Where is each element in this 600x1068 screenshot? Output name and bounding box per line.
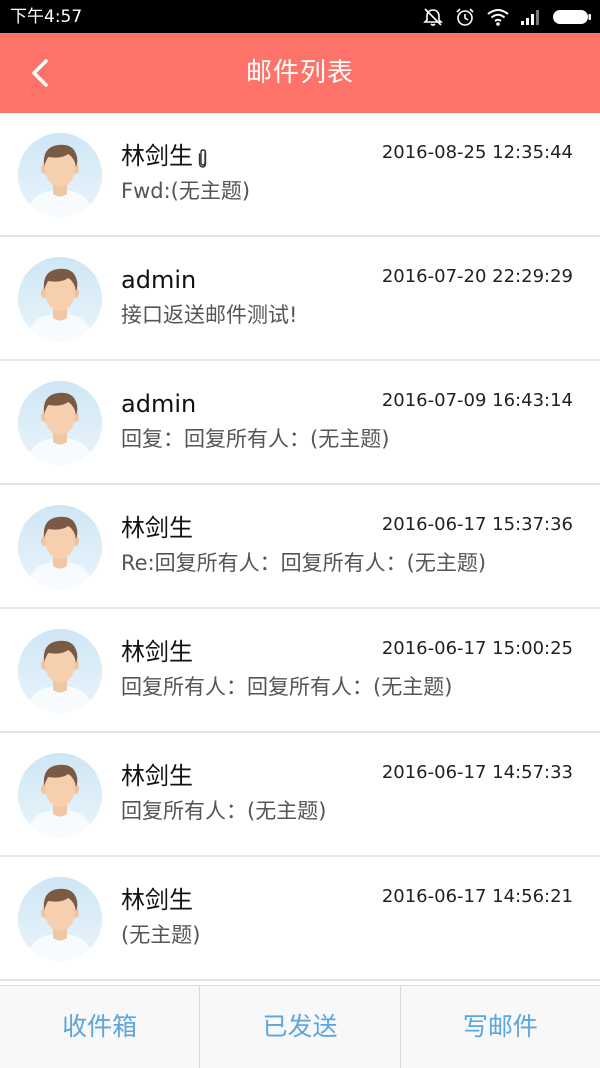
page-title: 邮件列表 — [245, 58, 354, 88]
sender-name: 林剑生 — [121, 762, 193, 790]
sender-row: 林剑生 — [121, 141, 209, 171]
mail-subject: 回复：回复所有人：(无主题) — [121, 427, 390, 451]
sender-name: 林剑生 — [121, 638, 193, 666]
sender-name: admin — [121, 266, 197, 294]
avatar — [18, 629, 102, 713]
mail-list[interactable]: 林剑生 2016-08-25 12:35:44 Fwd:(无主题) admin … — [0, 113, 600, 985]
alarm-off-icon — [422, 6, 444, 28]
mail-list-item[interactable]: 林剑生 2016-06-17 15:37:36 Re:回复所有人：回复所有人：(… — [0, 485, 600, 609]
mail-subject: 回复所有人：(无主题) — [121, 799, 327, 823]
mail-subject: Re:回复所有人：回复所有人：(无主题) — [121, 551, 487, 575]
status-bar: 下午4:57 — [0, 0, 600, 33]
tab-inbox[interactable]: 收件箱 — [0, 986, 201, 1068]
status-time: 下午4:57 — [10, 7, 83, 27]
paperclip-icon — [198, 149, 207, 168]
mail-date: 2016-06-17 14:57:33 — [381, 762, 573, 783]
mail-list-item[interactable]: admin 2016-07-20 22:29:29 接口返送邮件测试! — [0, 237, 600, 361]
mail-subject: 接口返送邮件测试! — [121, 303, 298, 327]
mail-list-item[interactable]: 林剑生 2016-06-17 14:56:21 (无主题) — [0, 857, 600, 981]
tab-compose[interactable]: 写邮件 — [401, 986, 600, 1068]
header-bar: 邮件列表 — [0, 33, 600, 113]
sender-row: 林剑生 — [121, 761, 193, 791]
mail-list-item[interactable]: admin 2016-07-09 16:43:14 回复：回复所有人：(无主题) — [0, 361, 600, 485]
avatar — [18, 381, 102, 465]
sender-row: 林剑生 — [121, 885, 193, 915]
mail-list-item[interactable]: 林剑生 2016-08-25 12:35:44 Fwd:(无主题) — [0, 113, 600, 237]
sender-name: 林剑生 — [121, 142, 193, 170]
mail-date: 2016-06-17 14:56:21 — [381, 886, 573, 907]
mail-date: 2016-08-25 12:35:44 — [381, 142, 573, 163]
tab-sent[interactable]: 已发送 — [200, 986, 401, 1068]
sender-name: admin — [121, 390, 197, 418]
sender-name: 林剑生 — [121, 886, 193, 914]
mail-subject: (无主题) — [121, 923, 201, 947]
avatar — [18, 133, 102, 217]
wifi-icon — [486, 7, 510, 27]
avatar — [18, 505, 102, 589]
avatar — [18, 877, 102, 961]
alarm-clock-icon — [454, 6, 476, 28]
mail-subject: 回复所有人：回复所有人：(无主题) — [121, 675, 453, 699]
sender-name: 林剑生 — [121, 514, 193, 542]
mail-date: 2016-06-17 15:00:25 — [381, 638, 573, 659]
bottom-tab-bar: 收件箱 已发送 写邮件 — [0, 985, 600, 1068]
mail-subject: Fwd:(无主题) — [121, 179, 251, 203]
mail-date: 2016-06-17 15:37:36 — [381, 514, 573, 535]
sender-row: 林剑生 — [121, 513, 193, 543]
avatar — [18, 257, 102, 341]
status-icons — [422, 5, 592, 29]
avatar — [18, 753, 102, 837]
sender-row: admin — [121, 265, 196, 295]
mail-list-item[interactable]: 林剑生 2016-06-17 15:00:25 回复所有人：回复所有人：(无主题… — [0, 609, 600, 733]
battery-icon — [552, 8, 592, 26]
mail-date: 2016-07-09 16:43:14 — [381, 390, 573, 411]
mail-date: 2016-07-20 22:29:29 — [381, 266, 573, 287]
mail-list-item[interactable]: 林剑生 2016-06-17 14:57:33 回复所有人：(无主题) — [0, 733, 600, 857]
sender-row: 林剑生 — [121, 637, 193, 667]
signal-icon — [520, 8, 542, 26]
sender-row: admin — [121, 389, 196, 419]
